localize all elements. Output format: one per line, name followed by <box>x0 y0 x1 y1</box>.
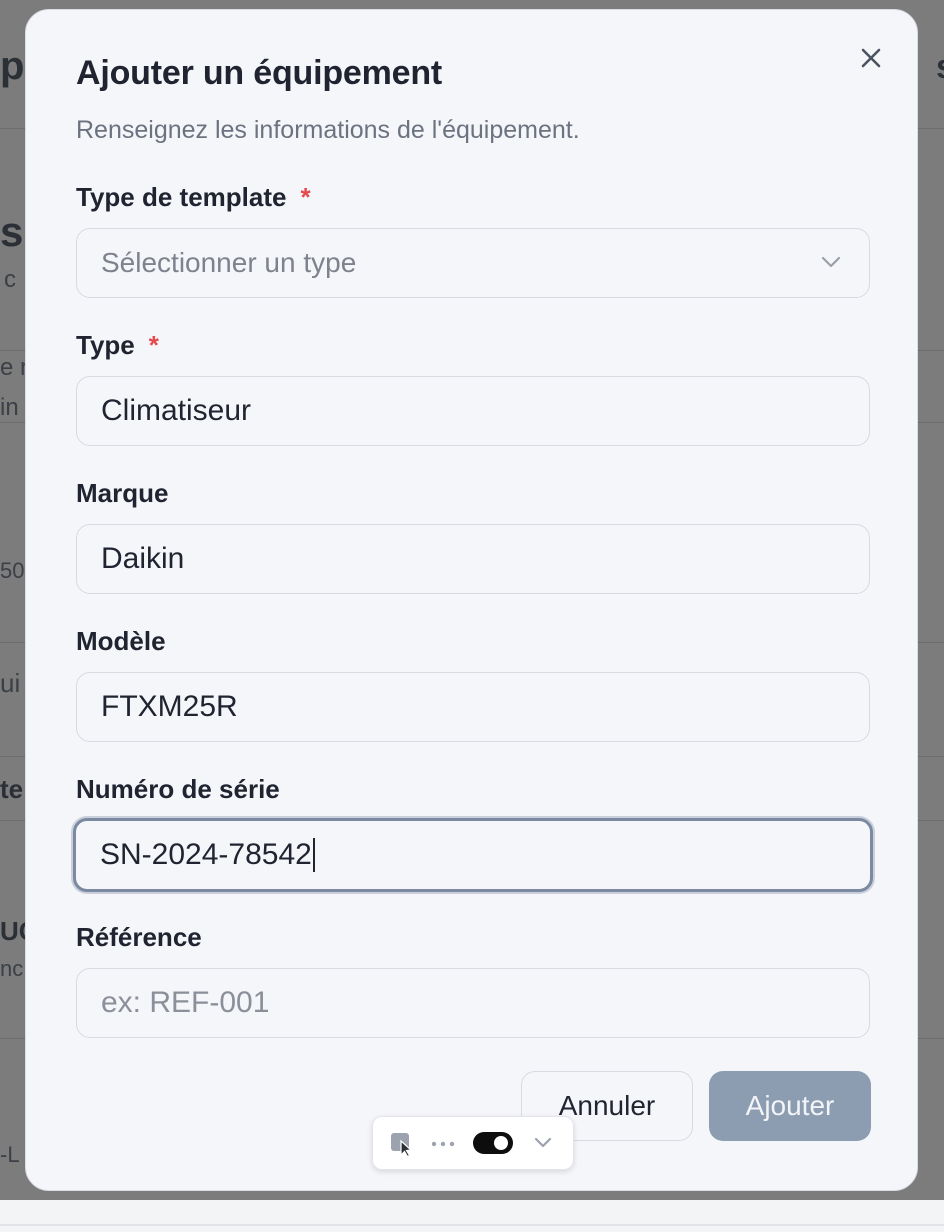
bg-fragment: te <box>0 774 24 804</box>
floating-toolbar <box>372 1116 574 1170</box>
model-value: FTXM25R <box>101 690 238 723</box>
brand-label: Marque <box>76 478 169 508</box>
close-button[interactable] <box>856 43 886 73</box>
bottom-rule <box>0 1224 944 1226</box>
template-type-label-text: Type de template <box>76 182 287 212</box>
model-label: Modèle <box>76 626 166 656</box>
serial-number-field[interactable]: SN-2024-78542 <box>73 818 873 892</box>
text-cursor <box>312 838 315 872</box>
bg-fragment: 50 <box>0 558 25 583</box>
bg-fragment: nc <box>0 956 24 981</box>
required-marker: * <box>148 330 159 360</box>
add-equipment-dialog: Ajouter un équipement Renseignez les inf… <box>25 9 918 1191</box>
brand-value: Daikin <box>101 542 185 575</box>
add-button[interactable]: Ajouter <box>709 1071 871 1141</box>
serial-number-value: SN-2024-78542 <box>100 838 312 871</box>
brand-field[interactable]: Daikin <box>76 524 870 594</box>
chevron-down-icon <box>821 256 841 268</box>
dialog-subtitle: Renseignez les informations de l'équipem… <box>76 116 580 144</box>
bottom-strip <box>0 1200 944 1232</box>
serial-number-label: Numéro de série <box>76 774 280 804</box>
type-label-text: Type <box>76 330 135 360</box>
model-field[interactable]: FTXM25R <box>76 672 870 742</box>
bg-fragment: -L <box>0 1142 20 1167</box>
bg-fragment: in <box>0 394 19 421</box>
chevron-down-icon[interactable] <box>533 1136 553 1150</box>
toggle-switch[interactable] <box>472 1131 514 1155</box>
type-label: Type * <box>76 330 159 361</box>
reference-input[interactable] <box>101 986 845 1020</box>
bg-fragment: s <box>936 48 944 87</box>
close-icon[interactable] <box>856 43 886 73</box>
bg-fragment: p <box>0 44 25 88</box>
template-type-label: Type de template * <box>76 182 311 213</box>
required-marker: * <box>300 182 311 212</box>
template-type-placeholder: Sélectionner un type <box>101 247 357 278</box>
bg-fragment: s <box>0 208 24 255</box>
reference-label: Référence <box>76 922 202 952</box>
type-field[interactable]: Climatiseur <box>76 376 870 446</box>
cursor-select-icon[interactable] <box>389 1131 417 1157</box>
bg-fragment: e r <box>0 354 29 381</box>
reference-field[interactable] <box>76 968 870 1038</box>
dialog-title: Ajouter un équipement <box>76 54 443 92</box>
bg-fragment: c <box>4 266 16 293</box>
type-value: Climatiseur <box>101 394 252 427</box>
template-type-select[interactable]: Sélectionner un type <box>76 228 870 298</box>
more-icon[interactable] <box>431 1141 455 1147</box>
bg-fragment: ui <box>0 668 21 698</box>
